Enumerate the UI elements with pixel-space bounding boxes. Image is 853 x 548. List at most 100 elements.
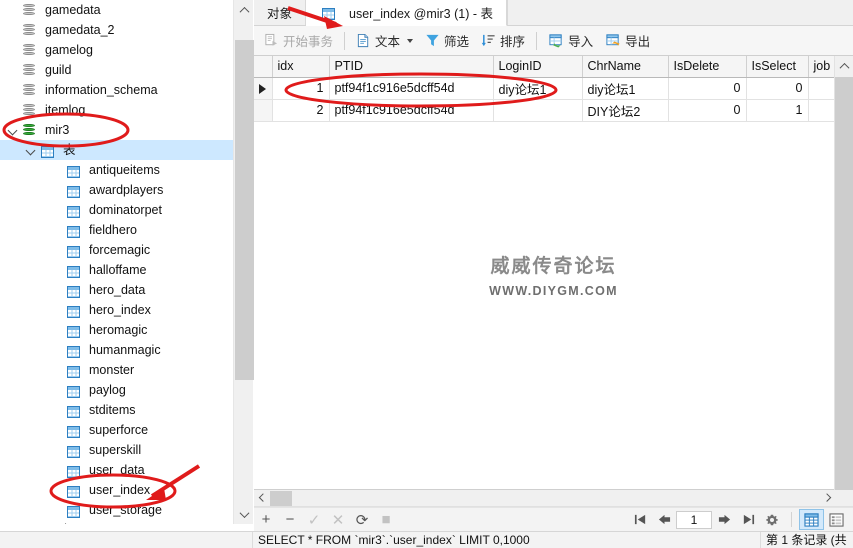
toolbar-separator-2 (536, 31, 538, 50)
grid-scroll-thumb[interactable] (835, 77, 853, 490)
export-button[interactable]: 导出 (599, 29, 656, 53)
tree-item-db-information_schema[interactable]: information_schema (0, 80, 233, 100)
tree-scroll-down-icon[interactable] (234, 504, 254, 524)
tree-item-db-itemlog[interactable]: itemlog (0, 100, 233, 120)
hscroll-right-icon[interactable] (820, 492, 833, 505)
tree-item-table-user_index[interactable]: user_index (0, 480, 233, 500)
tree-item-table-monster[interactable]: monster (0, 360, 233, 380)
tab-objects[interactable]: 对象 (254, 0, 307, 25)
cancel-change-button[interactable]: ✕ (326, 508, 350, 532)
tree-item-db-gamedata_2[interactable]: gamedata_2 (0, 20, 233, 40)
next-page-button[interactable] (712, 508, 736, 532)
cell-ptid[interactable]: ptf94f1c916e5dcff54d (329, 99, 494, 122)
tree-vertical-scrollbar[interactable] (233, 0, 254, 524)
tree-item-db-gamedata[interactable]: gamedata (0, 0, 233, 20)
delete-record-button[interactable]: − (278, 508, 302, 532)
begin-transaction-button[interactable]: 开始事务 (258, 29, 339, 53)
tree-item-table-hero_data[interactable]: hero_data (0, 280, 233, 300)
column-header-loginid[interactable]: LoginID (493, 56, 583, 78)
tree-item-table-heromagic-label: heromagic (89, 323, 148, 337)
result-table[interactable]: idx PTID LoginID ChrName IsDelete IsSele… (254, 56, 835, 122)
filter-button[interactable]: 筛选 (419, 29, 475, 53)
cell-isselect[interactable]: 1 (746, 99, 809, 122)
hscroll-thumb[interactable] (270, 491, 292, 506)
tree-item-table-halloffame[interactable]: halloffame (0, 260, 233, 280)
tab-user-index-table[interactable]: user_index @mir3 (1) - 表 (306, 0, 507, 26)
cell-idx[interactable]: 1 (272, 77, 330, 100)
first-page-button[interactable] (628, 508, 652, 532)
tree-group-views[interactable]: 视图 (0, 520, 233, 524)
tree-item-table-stditems[interactable]: stditems (0, 400, 233, 420)
page-number-input[interactable]: 1 (676, 510, 712, 529)
cell-isdelete[interactable]: 0 (668, 99, 747, 122)
cell-job[interactable] (808, 99, 835, 122)
add-record-button[interactable]: + (254, 508, 278, 532)
column-header-isselect[interactable]: IsSelect (746, 56, 809, 78)
tree-item-table-dominatorpet[interactable]: dominatorpet (0, 200, 233, 220)
data-grid[interactable]: idx PTID LoginID ChrName IsDelete IsSele… (254, 56, 853, 490)
tree-item-table-forcemagic[interactable]: forcemagic (0, 240, 233, 260)
grid-horizontal-scrollbar[interactable] (254, 490, 853, 507)
cell-chrname[interactable]: DIY论坛2 (582, 99, 669, 122)
tree-item-table-superforce[interactable]: superforce (0, 420, 233, 440)
tree-item-table-heromagic[interactable]: heromagic (0, 320, 233, 340)
column-header-isdelete[interactable]: IsDelete (668, 56, 747, 78)
column-header-ptid[interactable]: PTID (329, 56, 494, 78)
tree-twisty-placeholder (50, 480, 64, 500)
grid-vertical-scrollbar[interactable] (834, 56, 853, 490)
cell-isdelete[interactable]: 0 (668, 77, 747, 100)
chevron-down-icon[interactable] (407, 38, 414, 43)
refresh-button[interactable]: ⟳ (350, 508, 374, 532)
hscroll-left-icon[interactable] (256, 492, 269, 505)
cell-job[interactable] (808, 77, 835, 100)
import-button[interactable]: 导入 (542, 29, 599, 53)
table-row[interactable]: 2 ptf94f1c916e5dcff54d DIY论坛2 0 1 (254, 99, 835, 122)
sort-button[interactable]: 排序 (475, 29, 531, 53)
grid-scroll-up-icon[interactable] (835, 56, 853, 77)
tree-item-table-user_data[interactable]: user_data (0, 460, 233, 480)
tree-item-table-paylog[interactable]: paylog (0, 380, 233, 400)
column-header-idx[interactable]: idx (272, 56, 330, 78)
column-header-chrname[interactable]: ChrName (582, 56, 669, 78)
row-selector[interactable] (254, 99, 273, 122)
tree-scroll-up-icon[interactable] (234, 0, 254, 20)
table-icon (66, 444, 84, 458)
tree-item-db-guild[interactable]: guild (0, 60, 233, 80)
cell-loginid[interactable]: diy论坛1 (493, 77, 583, 100)
cell-idx[interactable]: 2 (272, 99, 330, 122)
tree-item-table-superskill[interactable]: superskill (0, 440, 233, 460)
row-selector-current[interactable] (254, 77, 273, 100)
grid-settings-button[interactable] (760, 508, 784, 532)
cell-isselect[interactable]: 0 (746, 77, 809, 100)
cell-ptid[interactable]: ptf94f1c916e5dcff54d (329, 77, 494, 100)
tab-strip[interactable]: 对象 user_index @mir3 (1) - 表 (254, 0, 853, 26)
stop-button[interactable]: ■ (374, 508, 398, 532)
tree-group-tables[interactable]: 表 (0, 140, 233, 160)
database-tree-panel[interactable]: gamedata gamedata_2 gamelog guild informatio… (0, 0, 233, 524)
grid-view-toggle[interactable] (799, 509, 824, 530)
tree-item-table-user_storage[interactable]: user_storage (0, 500, 233, 520)
chevron-down-icon[interactable] (6, 120, 20, 140)
database-icon (22, 43, 40, 58)
tree-item-db-gamelog[interactable]: gamelog (0, 40, 233, 60)
cell-loginid[interactable] (493, 99, 583, 122)
apply-change-button[interactable]: ✓ (302, 508, 326, 532)
tree-item-table-humanmagic[interactable]: humanmagic (0, 340, 233, 360)
tree-item-table-fieldhero[interactable]: fieldhero (0, 220, 233, 240)
tree-item-table-hero_index[interactable]: hero_index (0, 300, 233, 320)
cell-chrname[interactable]: diy论坛1 (582, 77, 669, 100)
prev-page-button[interactable] (652, 508, 676, 532)
chevron-down-icon[interactable] (24, 140, 38, 160)
record-action-bar[interactable]: + − ✓ ✕ ⟳ ■ 1 (254, 507, 853, 531)
text-button[interactable]: 文本 (350, 29, 419, 53)
tree-scroll-thumb[interactable] (235, 40, 254, 380)
column-header-job[interactable]: job (808, 56, 835, 78)
table-row[interactable]: 1 ptf94f1c916e5dcff54d diy论坛1 diy论坛1 0 0 (254, 77, 835, 100)
tree-item-table-awardplayers[interactable]: awardplayers (0, 180, 233, 200)
tree-item-table-antiqueitems[interactable]: antiqueitems (0, 160, 233, 180)
grid-toolbar[interactable]: 开始事务 文本 筛选 排序 导入 导出 (254, 26, 853, 56)
last-page-button[interactable] (736, 508, 760, 532)
form-view-toggle[interactable] (824, 509, 849, 530)
tree-item-db-mir3[interactable]: mir3 (0, 120, 233, 140)
